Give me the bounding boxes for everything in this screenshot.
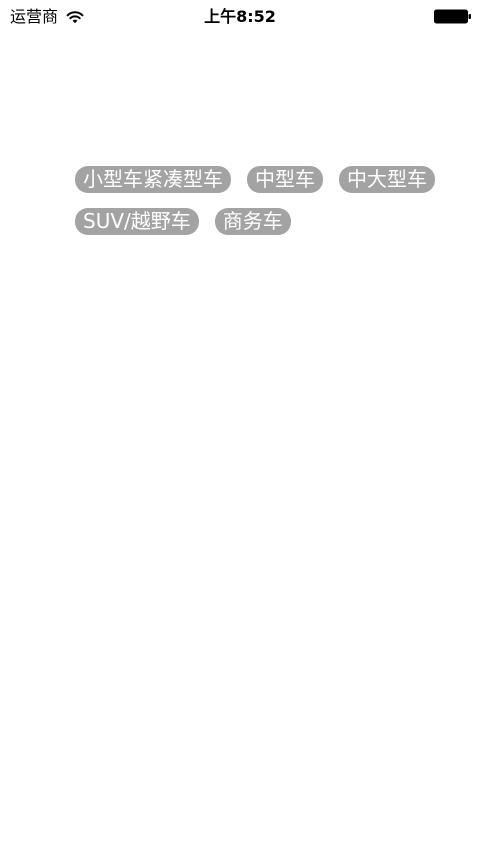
tag-row-2: SUV/越野车 商务车 (75, 207, 475, 235)
battery-icon (434, 9, 471, 24)
status-time: 上午8:52 (204, 7, 276, 26)
tag-row-1: 小型车紧凑型车 中型车 中大型车 (75, 165, 475, 193)
tag-midsize-car[interactable]: 中型车 (247, 165, 323, 193)
tag-mpv[interactable]: 商务车 (214, 207, 291, 235)
tag-compact-car[interactable]: 小型车紧凑型车 (75, 165, 231, 193)
car-type-tags: 小型车紧凑型车 中型车 中大型车 SUV/越野车 商务车 (75, 165, 475, 249)
tag-large-midsize-car[interactable]: 中大型车 (339, 165, 435, 193)
screen: 运营商 上午8:52 小型车紧凑型车 中型车 中大型车 SUV/越野车 商务车 (0, 0, 480, 852)
status-bar: 运营商 上午8:52 (0, 0, 480, 34)
tag-suv[interactable]: SUV/越野车 (75, 207, 199, 235)
